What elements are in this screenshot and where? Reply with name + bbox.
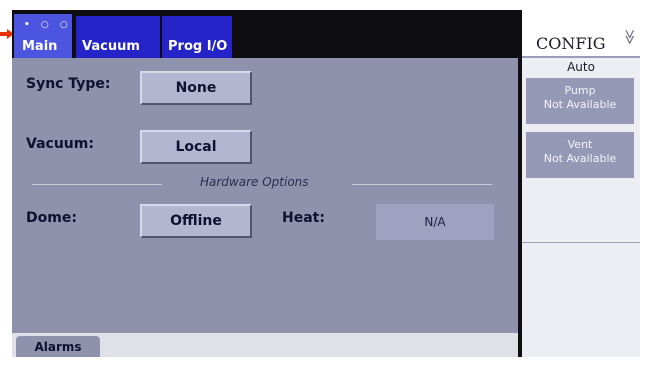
section-divider-right [352,184,492,185]
tab-main[interactable]: • ○ ○ Main [14,14,72,58]
tab-prog-io[interactable]: Prog I/O [162,16,232,58]
right-bezel [640,0,651,366]
top-bezel [0,0,651,10]
vent-status-button[interactable]: Vent Not Available [526,132,634,178]
sync-type-label: Sync Type: [26,76,111,92]
heat-label: Heat: [282,210,325,226]
mode-label: Auto [567,60,595,74]
main-settings-panel: Sync Type: None Vacuum: Local Hardware O… [12,58,518,333]
pump-status: Not Available [543,98,617,111]
tab-vacuum-label: Vacuum [82,39,140,54]
bottom-bezel [0,357,651,366]
pump-status-button[interactable]: Pump Not Available [526,78,634,124]
dome-button[interactable]: Offline [140,204,252,238]
tab-vacuum[interactable]: Vacuum [76,16,160,58]
heat-value: N/A [376,204,494,240]
sync-type-button[interactable]: None [140,71,252,105]
vacuum-button[interactable]: Local [140,130,252,164]
touch-screen: • ○ ○ Main Vacuum Prog I/O Sync Type: No… [12,10,640,357]
section-divider-left [32,184,162,185]
chevron-down-icon: ≫ [620,29,639,45]
hardware-options-title: Hardware Options [200,175,309,189]
vent-status: Not Available [543,152,617,165]
vacuum-label: Vacuum: [26,136,94,152]
dome-label: Dome: [26,210,77,226]
sidebar-divider [522,242,640,243]
vent-title: Vent [567,138,593,151]
config-header[interactable]: CONFIG ≫ [522,10,640,58]
left-bezel [0,0,12,366]
config-sidebar: CONFIG ≫ Auto Pump Not Available Vent No… [522,10,640,357]
tab-main-label: Main [22,39,58,54]
config-title: CONFIG [536,34,606,53]
pump-title: Pump [564,84,596,97]
page-indicator-dots: • ○ ○ [24,20,72,30]
alarms-button[interactable]: Alarms [16,336,100,357]
tab-prog-io-label: Prog I/O [168,39,228,54]
